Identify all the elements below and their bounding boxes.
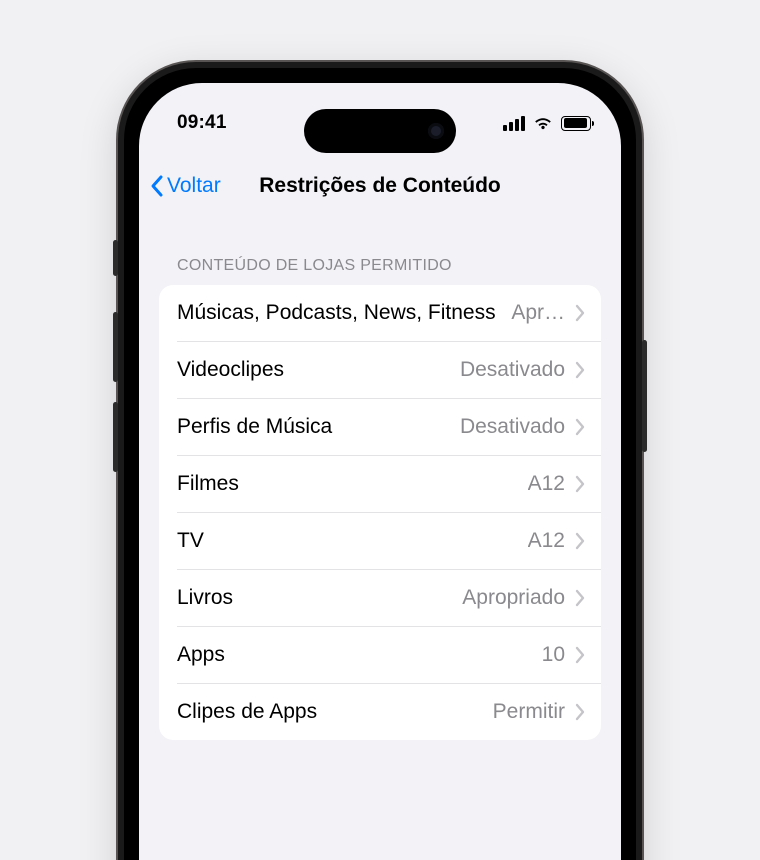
- settings-group: Músicas, Podcasts, News, Fitness Apr… Vi…: [159, 285, 601, 740]
- chevron-right-icon: [575, 532, 585, 550]
- screen: 09:41: [139, 83, 621, 860]
- dynamic-island: [304, 109, 456, 153]
- status-time: 09:41: [177, 112, 227, 134]
- row-perfis-musica[interactable]: Perfis de Música Desativado: [177, 398, 601, 455]
- row-label: Filmes: [177, 472, 528, 496]
- navigation-bar: Voltar Restrições de Conteúdo: [139, 159, 621, 213]
- chevron-right-icon: [575, 475, 585, 493]
- row-videoclipes[interactable]: Videoclipes Desativado: [177, 341, 601, 398]
- power-button: [642, 340, 647, 452]
- row-music-podcasts-news-fitness[interactable]: Músicas, Podcasts, News, Fitness Apr…: [159, 285, 601, 341]
- back-label: Voltar: [167, 174, 221, 198]
- row-value: A12: [528, 472, 565, 496]
- back-button[interactable]: Voltar: [149, 174, 221, 198]
- volume-down-button: [113, 402, 118, 472]
- chevron-left-icon: [149, 174, 165, 198]
- wifi-icon: [533, 116, 553, 131]
- chevron-right-icon: [575, 703, 585, 721]
- row-label: Perfis de Música: [177, 415, 460, 439]
- row-value: Apr…: [511, 301, 565, 325]
- row-value: 10: [542, 643, 565, 667]
- row-label: Músicas, Podcasts, News, Fitness: [177, 301, 511, 325]
- chevron-right-icon: [575, 589, 585, 607]
- chevron-right-icon: [575, 418, 585, 436]
- section-header: CONTEÚDO DE LOJAS PERMITIDO: [177, 257, 601, 275]
- stage: 09:41: [0, 0, 760, 860]
- row-clipes-apps[interactable]: Clipes de Apps Permitir: [177, 683, 601, 740]
- row-value: Apropriado: [462, 586, 565, 610]
- row-label: Apps: [177, 643, 542, 667]
- cellular-icon: [503, 116, 525, 131]
- row-label: Clipes de Apps: [177, 700, 493, 724]
- phone-bezel: 09:41: [124, 68, 636, 860]
- row-value: Permitir: [493, 700, 565, 724]
- row-livros[interactable]: Livros Apropriado: [177, 569, 601, 626]
- front-camera-icon: [428, 123, 444, 139]
- chevron-right-icon: [575, 646, 585, 664]
- phone-frame: 09:41: [118, 62, 642, 860]
- row-value: Desativado: [460, 358, 565, 382]
- row-value: Desativado: [460, 415, 565, 439]
- content-area: CONTEÚDO DE LOJAS PERMITIDO Músicas, Pod…: [139, 233, 621, 740]
- battery-icon: [561, 116, 591, 131]
- row-label: TV: [177, 529, 528, 553]
- volume-up-button: [113, 312, 118, 382]
- silence-switch: [113, 240, 118, 276]
- row-filmes[interactable]: Filmes A12: [177, 455, 601, 512]
- row-label: Livros: [177, 586, 462, 610]
- row-label: Videoclipes: [177, 358, 460, 382]
- row-tv[interactable]: TV A12: [177, 512, 601, 569]
- row-apps[interactable]: Apps 10: [177, 626, 601, 683]
- row-value: A12: [528, 529, 565, 553]
- chevron-right-icon: [575, 304, 585, 322]
- status-indicators: [503, 116, 591, 131]
- chevron-right-icon: [575, 361, 585, 379]
